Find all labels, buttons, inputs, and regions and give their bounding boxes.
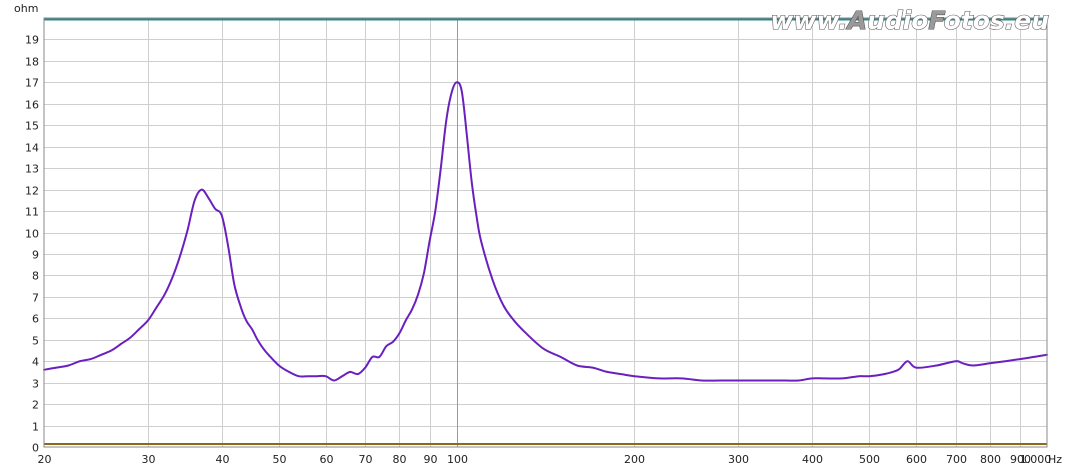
y-tick-label: 6	[32, 313, 39, 326]
x-tick-label: 100	[447, 453, 468, 466]
x-tick-label: 700	[946, 453, 967, 466]
y-tick-label: 3	[32, 378, 39, 391]
watermark-prefix: www.	[770, 6, 847, 35]
y-tick-label: 13	[25, 163, 39, 176]
watermark-rest-a: udio	[867, 6, 928, 35]
x-tick-label: 40	[216, 453, 230, 466]
y-tick-label: 2	[32, 399, 39, 412]
y-tick-label: 14	[25, 142, 39, 155]
x-tick-label: 500	[859, 453, 880, 466]
x-tick-label: 200	[624, 453, 645, 466]
y-tick-label: 19	[25, 34, 39, 47]
impedance-chart: 012345678910111213141516171819 20 30 40 50 6…	[14, 2, 1062, 466]
watermark: www.AudioFotos.eu	[770, 6, 1049, 35]
x-tick-label: 90	[424, 453, 438, 466]
x-tick-label: 50	[273, 453, 287, 466]
x-tick-label: 600	[906, 453, 927, 466]
watermark-initial-a: A	[846, 6, 867, 35]
y-tick-label: 5	[32, 335, 39, 348]
y-tick-label: 7	[32, 292, 39, 305]
y-tick-label: 4	[32, 356, 39, 369]
x-axis-ticks: 20 30 40 50 60 70 80 90 100 200 300 400 500 600 700 800…	[38, 453, 1052, 466]
x-tick-label: 30	[142, 453, 156, 466]
x-tick-label: 800	[980, 453, 1001, 466]
y-tick-label: 17	[25, 77, 39, 90]
x-tick-label: 400	[802, 453, 823, 466]
x-tick-label: 80	[393, 453, 407, 466]
x-tick-label: 70	[359, 453, 373, 466]
y-tick-label: 9	[32, 249, 39, 262]
watermark-rest-f: otos.eu	[944, 6, 1050, 35]
y-tick-label: 10	[25, 228, 39, 241]
y-tick-label: 1	[32, 421, 39, 434]
y-axis-unit: ohm	[14, 2, 38, 15]
y-tick-label: 8	[32, 270, 39, 283]
x-tick-label: 20	[38, 453, 52, 466]
y-axis-ticks: 012345678910111213141516171819	[25, 34, 39, 455]
y-tick-label: 16	[25, 99, 39, 112]
y-tick-label: 15	[25, 120, 39, 133]
y-tick-label: 18	[25, 56, 39, 69]
x-tick-label: 1.000	[1020, 453, 1052, 466]
x-tick-label: 60	[320, 453, 334, 466]
y-tick-label: 12	[25, 185, 39, 198]
y-tick-label: 11	[25, 206, 39, 219]
x-axis-unit: Hz	[1048, 453, 1062, 466]
x-tick-label: 300	[728, 453, 749, 466]
